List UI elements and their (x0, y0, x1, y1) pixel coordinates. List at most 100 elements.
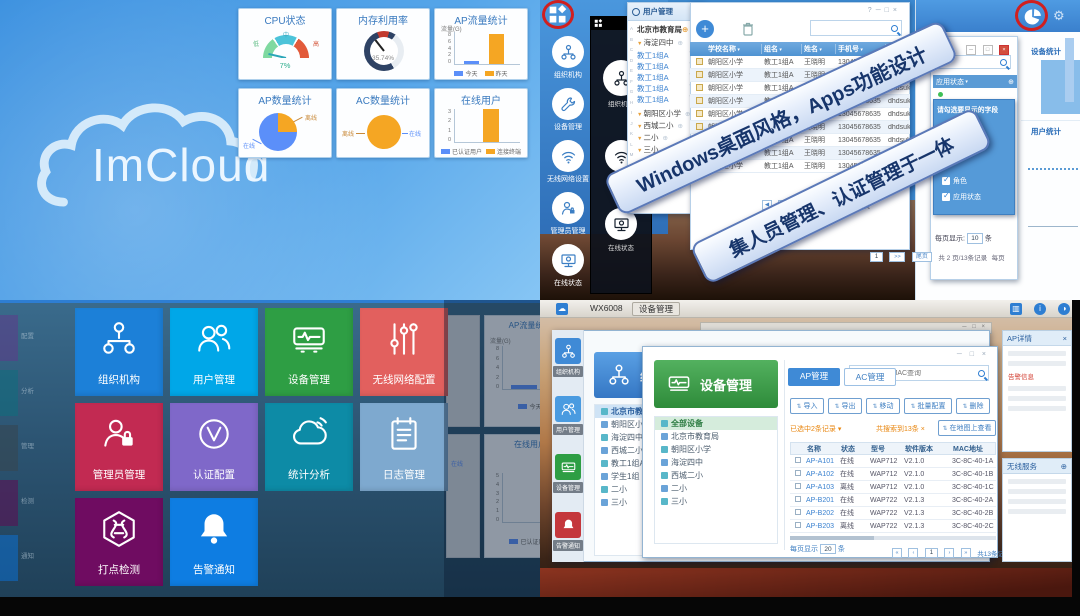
taskbar-tab-1[interactable]: WX6008 (584, 302, 629, 316)
mini-tile (0, 315, 18, 361)
per-page-input[interactable] (820, 544, 836, 554)
import-button[interactable]: 导入 (790, 398, 824, 414)
row-checkbox[interactable] (795, 509, 801, 515)
tile-alerts[interactable]: 告警通知 (170, 498, 258, 586)
h-scrollbar[interactable] (790, 536, 996, 540)
column-header[interactable]: 应用状态 ▾ ⊕ (933, 75, 1017, 88)
tile-probe[interactable]: 打点检测 (75, 498, 163, 586)
row-checkbox[interactable] (696, 110, 703, 117)
close-icon[interactable]: × (1063, 334, 1067, 343)
sidebar-org-icon[interactable] (555, 338, 581, 364)
row-checkbox[interactable] (795, 522, 801, 528)
taskbar-info-icon[interactable]: i (1034, 303, 1046, 315)
tile-logs[interactable]: 日志管理 (360, 403, 448, 491)
tab-ac[interactable]: AC管理 (844, 368, 896, 386)
tile-admin[interactable]: 管理员管理 (75, 403, 163, 491)
sidebar-users-icon[interactable] (555, 396, 581, 422)
device-tree: 全部设备北京市教育局朝阳区小学海淀四中西城二小二小三小 (654, 416, 778, 544)
window-controls[interactable]: ?─□× (868, 7, 901, 14)
device-tree-item[interactable]: 二小 (655, 482, 777, 495)
y-axis-ticks: 86420 (441, 32, 451, 65)
row-checkbox[interactable] (795, 496, 801, 502)
trash-icon[interactable] (742, 22, 754, 36)
device-table-header[interactable]: 名称 状态 型号 软件版本 MAC地址 (790, 442, 996, 455)
device-tree-item[interactable]: 北京市教育局 (655, 430, 777, 443)
panel-item-online[interactable]: 在线状态 (546, 244, 590, 288)
tile-device[interactable]: 设备管理 (265, 308, 353, 396)
row-checkbox[interactable] (795, 470, 801, 476)
tile-org[interactable]: 组织机构 (75, 308, 163, 396)
tile-auth[interactable]: 认证配置 (170, 403, 258, 491)
window-controls[interactable]: ─ □ × (957, 351, 989, 358)
field-checkbox-row[interactable]: 应用状态 (942, 192, 981, 202)
app-logo-icon[interactable]: ☁ (556, 303, 568, 315)
sidebar-alert-icon[interactable] (555, 512, 581, 538)
last-page-button[interactable]: 尾页 (912, 252, 932, 262)
device-tree-item[interactable]: 全部设备 (655, 417, 777, 430)
next-page-button[interactable]: >> (889, 252, 905, 262)
device-banner[interactable]: 设备管理 (654, 360, 778, 408)
panel-item-admin[interactable]: 管理员管理 (546, 192, 590, 236)
memory-gauge (364, 31, 404, 71)
gauge-label-low: 低 (253, 39, 259, 48)
scrollbar[interactable] (1065, 38, 1074, 102)
dna-hexagon-icon (99, 509, 139, 549)
device-table-row[interactable]: AP-A103 离线 WAP712 V2.1.0 3C-8C-40-1C (790, 481, 996, 494)
device-tree-item[interactable]: 朝阳区小学 (655, 443, 777, 456)
taskbar-chart-icon[interactable]: ▥ (1010, 303, 1022, 315)
device-table-row[interactable]: AP-A101 在线 WAP712 V2.1.0 3C-8C-40-1A (790, 455, 996, 468)
device-table-row[interactable]: AP-B202 在线 WAP722 V2.1.3 3C-8C-40-2B (790, 507, 996, 520)
device-icon (289, 319, 329, 359)
ap-count-pie (259, 113, 297, 151)
tile-users[interactable]: 用户管理 (170, 308, 258, 396)
taskbar-theme-icon[interactable]: ◑ (1058, 303, 1070, 315)
mini-tile (0, 535, 18, 581)
tree-branch[interactable]: ▼海淀四中⊕ (637, 37, 683, 48)
device-icon (666, 371, 692, 397)
bar-today (464, 61, 479, 64)
device-table-row[interactable]: AP-A102 在线 WAP712 V2.1.0 3C-8C-40-1B (790, 468, 996, 481)
page-last-button[interactable]: » (961, 548, 971, 558)
batch-config-button[interactable]: 批量配置 (904, 398, 952, 414)
page-first-button[interactable]: « (892, 548, 902, 558)
cpu-status-card: CPU状态 低 中 高 7% (238, 8, 332, 80)
checkbox-icon (942, 177, 950, 185)
delete-button[interactable]: 删除 (956, 398, 990, 414)
gear-icon[interactable]: ⚙ (1053, 8, 1065, 24)
add-button[interactable]: + (696, 20, 714, 38)
device-tree-item[interactable]: 三小 (655, 495, 777, 508)
device-table-row[interactable]: AP-B201 在线 WAP722 V2.1.3 3C-8C-40-2A (790, 494, 996, 507)
row-checkbox[interactable] (696, 58, 703, 65)
device-tree-item[interactable]: 西城二小 (655, 469, 777, 482)
page-input[interactable]: 1 (870, 252, 883, 262)
row-checkbox[interactable] (696, 84, 703, 91)
tab-ap[interactable]: AP管理 (788, 368, 840, 386)
per-page-row: 每页显示: 条 (935, 233, 992, 244)
map-view-button[interactable]: 在地图上查看 (938, 420, 996, 436)
row-checkbox[interactable] (696, 123, 703, 130)
dark-item-online[interactable]: 在线状态 (596, 208, 646, 252)
tile-stats[interactable]: 统计分析 (265, 403, 353, 491)
tree-root[interactable]: 北京市教育局⊕ (637, 24, 688, 35)
taskbar-tab-2[interactable]: 设备管理 (632, 302, 680, 316)
page-input[interactable]: 1 (925, 548, 938, 558)
row-checkbox[interactable] (795, 483, 801, 489)
tile-wireless-config[interactable]: 无线网络配置 (360, 308, 448, 396)
row-checkbox[interactable] (795, 457, 801, 463)
sidebar-device-icon[interactable] (555, 454, 581, 480)
memory-value: 35.74% (337, 55, 429, 62)
device-table-row[interactable]: AP-B203 离线 WAP722 V2.1.3 3C-8C-40-2C (790, 520, 996, 533)
export-button[interactable]: 导出 (828, 398, 862, 414)
device-tree-item[interactable]: 海淀四中 (655, 456, 777, 469)
search-result-notice[interactable]: 共搜索到13条 × (876, 424, 925, 434)
search-box[interactable] (810, 20, 902, 36)
page-prev-button[interactable]: ‹ (908, 548, 918, 558)
selection-notice[interactable]: 已选中2条记录 ▾ (790, 424, 841, 434)
field-checkbox-row[interactable]: 角色 (942, 176, 967, 186)
page-next-button[interactable]: › (944, 548, 954, 558)
row-checkbox[interactable] (696, 97, 703, 104)
row-checkbox[interactable] (696, 71, 703, 78)
per-page-input[interactable] (967, 233, 983, 244)
move-button[interactable]: 移动 (866, 398, 900, 414)
stats-panel-title: 用户统计 (1031, 126, 1061, 137)
